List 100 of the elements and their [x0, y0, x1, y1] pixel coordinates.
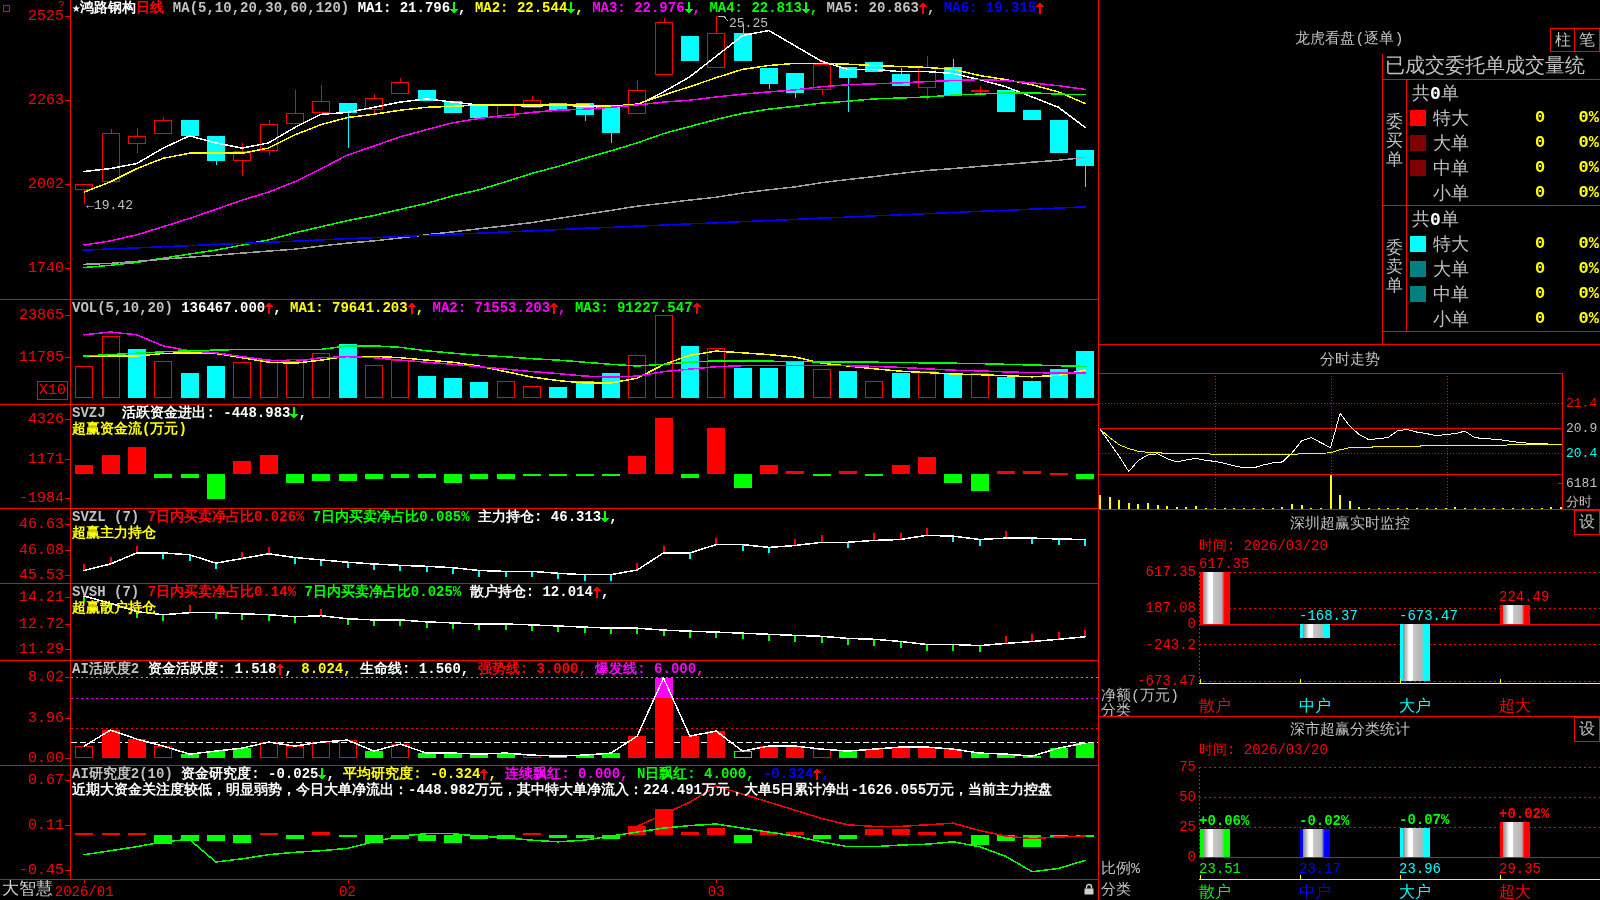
- category-label: 散户: [1199, 698, 1231, 716]
- candlestick: [365, 93, 383, 115]
- axis-label: -243.2: [1145, 636, 1196, 653]
- order-count: 0: [1534, 133, 1546, 152]
- order-type-label: 大单: [1433, 132, 1469, 155]
- change-label: -0.07%: [1399, 812, 1450, 829]
- toggle-button[interactable]: 柱: [1550, 28, 1575, 52]
- legend-text: ,: [298, 405, 307, 421]
- order-type-label: 中单: [1433, 283, 1469, 306]
- legend-text: MA5: 20.863: [826, 0, 920, 16]
- candlestick: [760, 68, 778, 90]
- legend-text: 超赢资金流(万元): [72, 421, 187, 437]
- legend-text: 8.024,: [301, 661, 353, 677]
- value-label: 23.51: [1199, 861, 1241, 877]
- legend-text: 活跃资金进出: -448.983: [122, 405, 291, 421]
- time-label: 时间: 2026/03/20: [1199, 537, 1328, 555]
- section-title: 分时走势: [1319, 350, 1380, 369]
- candlestick: [786, 72, 804, 99]
- order-percent: 0%: [1578, 133, 1600, 152]
- order-percent: 0%: [1578, 183, 1600, 202]
- legend-text: 爆发线: 6.000,: [595, 661, 705, 677]
- category-label: 中户: [1299, 698, 1331, 716]
- axis-title: 分类: [1101, 882, 1131, 899]
- order-percent: 0%: [1578, 234, 1600, 253]
- candlestick: [628, 79, 646, 115]
- axis-label: 11.29: [19, 641, 64, 659]
- group-label: 委卖单: [1386, 240, 1403, 297]
- value-label: 29.35: [1499, 861, 1541, 877]
- axis-label: -0.45: [19, 862, 64, 880]
- legend-text: SVZL (7): [72, 509, 141, 525]
- lock-icon[interactable]: [1084, 883, 1094, 895]
- legend-text: ,: [326, 766, 336, 782]
- legend-text: ,: [927, 0, 937, 16]
- legend-text: 生命线: 1.560,: [360, 661, 471, 677]
- value-label: 224.49: [1499, 589, 1550, 606]
- candlestick: [865, 62, 883, 72]
- legend-text: ,: [692, 0, 702, 16]
- legend-text: MA3: 22.976: [592, 0, 685, 16]
- order-percent: 0%: [1578, 259, 1600, 278]
- axis-label: 0: [1187, 616, 1196, 633]
- axis-label: 0.11: [28, 817, 64, 835]
- legend-text: 资金研究度: -0.025: [181, 766, 319, 782]
- order-type-label: 特大: [1433, 233, 1469, 256]
- value-label: -168.37: [1299, 608, 1358, 625]
- axis-label: 23865: [19, 306, 64, 324]
- candlestick: [681, 35, 699, 62]
- order-percent: 0%: [1578, 284, 1600, 303]
- legend-text: ,: [809, 0, 820, 16]
- axis-label: 1171: [28, 450, 64, 468]
- group-label: 委买单: [1386, 114, 1403, 171]
- change-label: +0.02%: [1499, 805, 1550, 822]
- legend-text: MA6: 19.315: [943, 0, 1037, 16]
- legend-text: ★鸿路钢构: [72, 0, 137, 16]
- legend-text: SVSH (7): [72, 584, 141, 600]
- candlestick: [260, 119, 278, 156]
- candlestick: [1023, 110, 1041, 121]
- date-label: 02: [339, 883, 356, 900]
- candlestick: [971, 85, 989, 97]
- axis-label: 50: [1179, 789, 1196, 805]
- axis-label: 2263: [28, 92, 64, 109]
- time-label: 时间: 2026/03/20: [1199, 740, 1328, 759]
- axis-label: 25: [1179, 819, 1196, 835]
- order-count: 0: [1534, 234, 1546, 253]
- settings-button[interactable]: 设: [1574, 717, 1600, 742]
- change-label: +0.06%: [1199, 812, 1250, 829]
- toggle-button[interactable]: 笔: [1575, 28, 1600, 52]
- axis-label: 46.08: [19, 541, 64, 559]
- axis-label: 2002: [28, 175, 64, 193]
- candlestick: [549, 103, 567, 112]
- settings-button[interactable]: 设: [1574, 510, 1600, 535]
- date-label: 2026/01: [54, 883, 114, 900]
- legend-text: 平均研究度: -0.324: [343, 766, 481, 782]
- axis-label: 1740: [28, 260, 64, 277]
- order-count: 0: [1534, 259, 1546, 278]
- legend-text: ,: [609, 509, 618, 525]
- category-label: 散户: [1199, 884, 1231, 900]
- order-count: 0: [1534, 108, 1546, 127]
- category-label: 大户: [1399, 884, 1431, 900]
- legend-text: 资金活跃度: 1.518: [147, 661, 277, 677]
- legend-text: ,: [575, 0, 585, 16]
- order-percent: 0%: [1578, 309, 1600, 328]
- legend-text: 日线: [136, 0, 165, 16]
- category-label: 超大: [1499, 884, 1531, 900]
- candlestick: [707, 15, 725, 69]
- legend-text: 强势线: 3.000,: [477, 661, 588, 677]
- value-label: -673.47: [1399, 608, 1458, 625]
- change-label: -0.02%: [1299, 813, 1350, 830]
- table-title: 已成交委托单成交量统: [1385, 54, 1585, 79]
- axis-label: 75: [1179, 759, 1196, 775]
- legend-text: 连续飘红: 0.000,: [505, 766, 630, 782]
- legend-text: MA1: 79641.203: [290, 300, 408, 316]
- date-label: 03: [707, 883, 725, 900]
- axis-label: 45.53: [19, 567, 64, 583]
- order-total: 共0单: [1412, 208, 1459, 231]
- value-label: 23.17: [1299, 861, 1341, 877]
- candlestick: [497, 105, 515, 118]
- legend-text: ,: [284, 661, 294, 677]
- legend-text: MA4: 22.813: [709, 0, 802, 16]
- axis-label: 187.08: [1145, 600, 1196, 617]
- axis-label: 0.00: [28, 749, 64, 765]
